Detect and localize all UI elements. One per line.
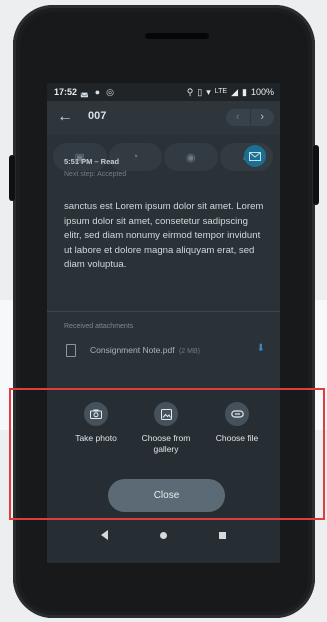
wifi-icon: ▾ <box>206 87 211 97</box>
attachment-name: Consignment Note.pdf <box>90 345 175 355</box>
notification-icon: ◛ <box>80 87 89 97</box>
notification-icon: ● <box>94 87 101 97</box>
status-notification-icons: ◛ ● ◎ <box>80 83 114 101</box>
notification-icon: ◎ <box>106 87 115 97</box>
recents-nav-icon[interactable] <box>219 531 226 539</box>
previous-button[interactable]: ‹ <box>226 109 251 126</box>
system-navigation-bar <box>47 523 280 547</box>
highlight-box <box>9 388 325 520</box>
next-button[interactable]: › <box>251 109 275 126</box>
home-nav-icon[interactable] <box>160 531 167 539</box>
status-bar: 17:52 ◛ ● ◎ ⚲ ▯ ▾ LTE ◢ ▮ 100% <box>47 83 280 101</box>
location-icon: ⚲ <box>186 87 194 97</box>
timer-button[interactable]: ◉ <box>164 143 218 171</box>
page-title: 007 <box>88 110 107 122</box>
vibrate-icon: ▯ <box>197 87 203 97</box>
message-next-step: Next step: Accepted <box>64 171 127 178</box>
status-system-icons: ⚲ ▯ ▾ LTE ◢ ▮ 100% <box>187 83 274 101</box>
timer-icon: ◉ <box>185 151 196 164</box>
side-button-left <box>9 155 15 201</box>
document-icon <box>66 344 76 357</box>
side-button-right <box>313 145 319 205</box>
message-navigation: ‹ › <box>226 109 274 126</box>
app-bar: ← 007 ‹ › <box>47 101 280 135</box>
attachment-text: Consignment Note.pdf (2 MB) <box>90 345 200 355</box>
clock-icon: ◔ <box>131 151 139 163</box>
battery-level: 100% <box>250 87 274 97</box>
attachment-item[interactable]: Consignment Note.pdf (2 MB) ⬇ <box>64 343 269 361</box>
mail-button[interactable] <box>244 145 266 167</box>
signal-icon: ◢ <box>231 87 239 97</box>
back-arrow-icon[interactable]: ← <box>57 108 73 126</box>
network-type: LTE <box>214 88 228 95</box>
envelope-icon <box>249 151 261 161</box>
download-icon[interactable]: ⬇ <box>257 343 265 354</box>
status-time: 17:52 <box>54 87 78 97</box>
attachment-size: (2 MB) <box>178 348 200 355</box>
attachments-label: Received attachments <box>64 323 134 330</box>
message-body: sanctus est Lorem ipsum dolor sit amet. … <box>64 201 264 270</box>
divider <box>47 311 280 312</box>
message-time-status: 5:51 PM – Read <box>64 157 120 166</box>
back-nav-icon[interactable] <box>101 530 108 540</box>
battery-icon: ▮ <box>242 87 247 97</box>
earpiece-speaker <box>145 33 209 39</box>
